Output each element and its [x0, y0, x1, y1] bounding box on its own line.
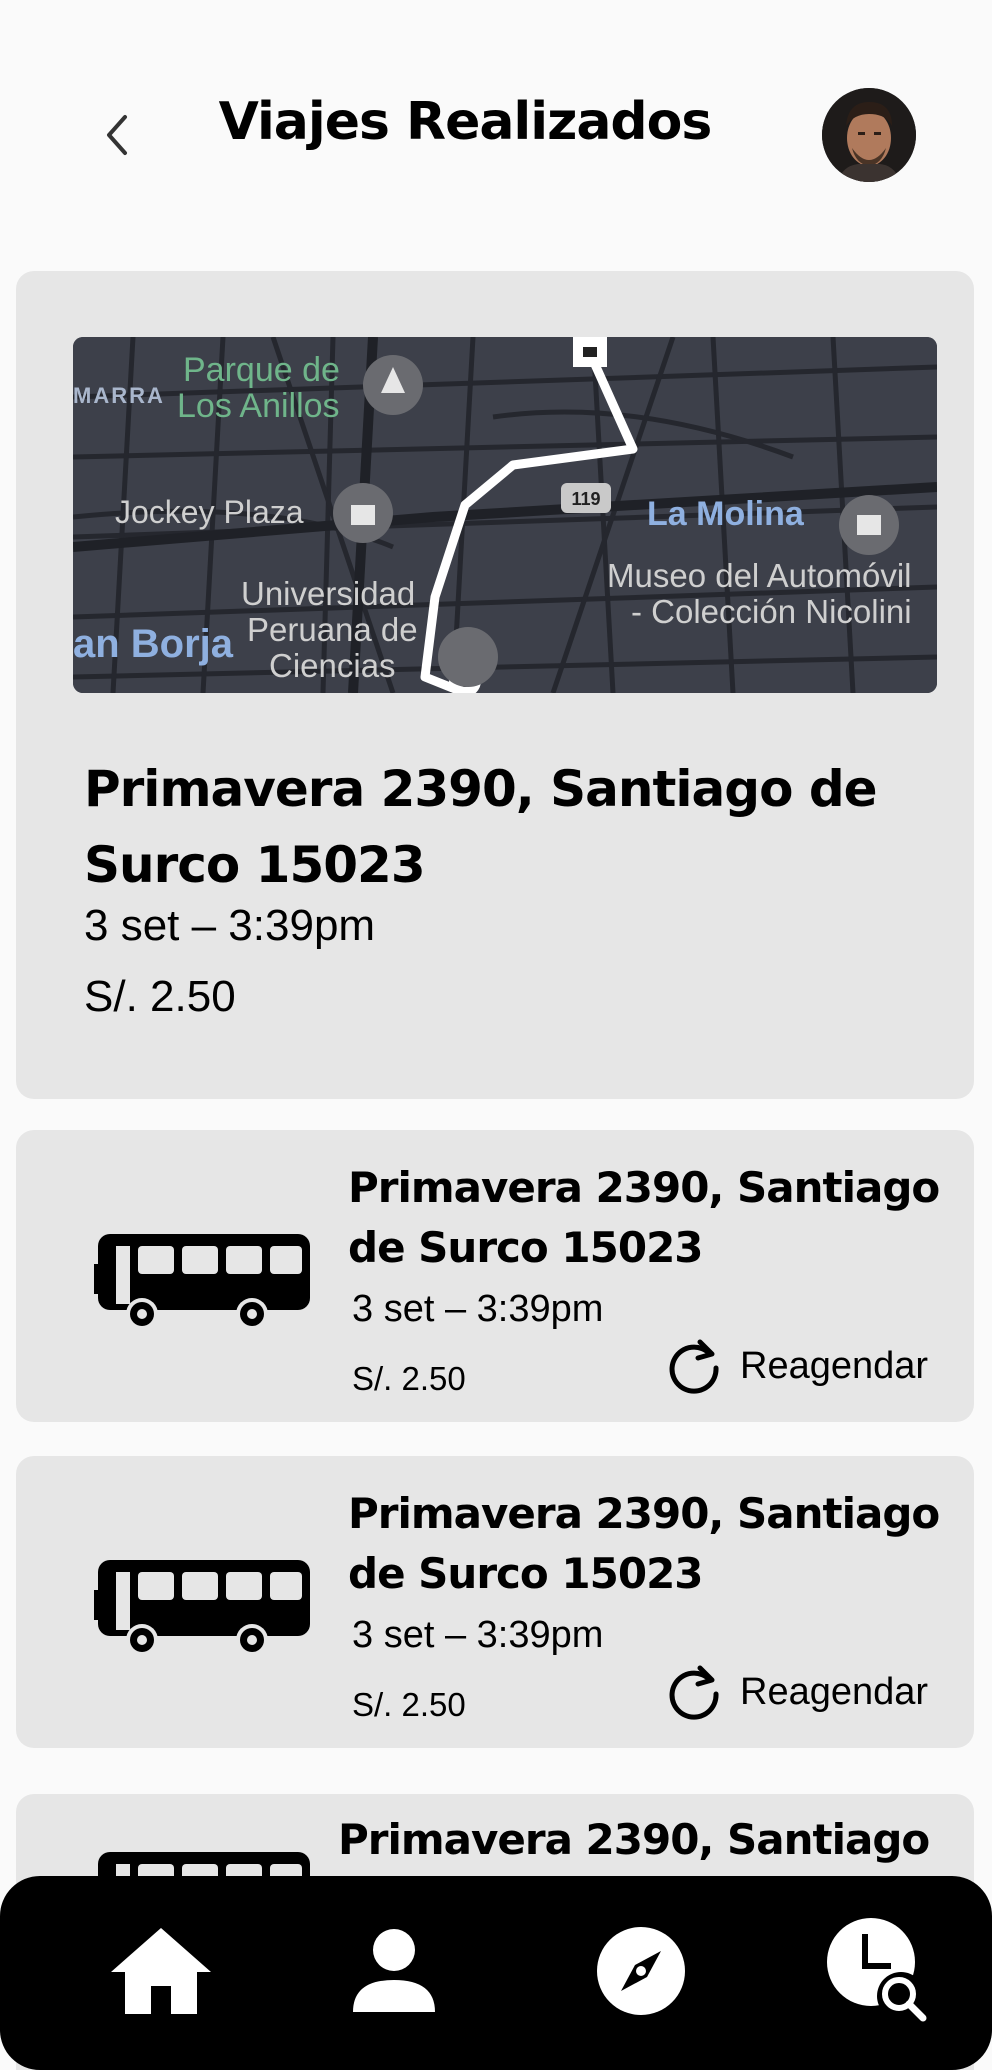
map-label-parque-2: Los Anillos	[177, 387, 340, 425]
reschedule-button[interactable]: Reagendar	[666, 1335, 928, 1397]
trip-address: Primavera 2390, Santiago de Surco 15023	[348, 1489, 940, 1598]
reschedule-label: Reagendar	[740, 1670, 929, 1713]
header: Viajes Realizados	[0, 0, 992, 240]
trip-date: 3 set – 3:39pm	[84, 901, 376, 950]
trip-date: 3 set – 3:39pm	[352, 1288, 604, 1330]
trip-address: Primavera 2390, Santiago de Surco 15023	[348, 1163, 940, 1272]
trip-price: S/. 2.50	[352, 1686, 466, 1723]
nav-profile[interactable]	[339, 1916, 449, 2026]
history-search-icon	[827, 1918, 927, 2022]
reschedule-label: Reagendar	[740, 1344, 929, 1387]
trip-price: S/. 2.50	[84, 972, 236, 1021]
nav-home[interactable]	[106, 1916, 216, 2026]
trip-price: S/. 2.50	[352, 1360, 466, 1397]
featured-trip-card[interactable]: 119 MARRA Parque de Los Anillos Jockey P…	[16, 271, 974, 1099]
page-title: Viajes Realizados	[218, 92, 713, 152]
map-label-parque-1: Parque de	[183, 351, 340, 389]
map-label-museo-1: Museo del Automóvil	[607, 557, 912, 594]
profile-icon	[353, 1929, 435, 2012]
reschedule-button[interactable]: Reagendar	[666, 1661, 928, 1723]
map-label-univ-3: Ciencias	[269, 647, 396, 684]
refresh-icon	[669, 1665, 719, 1720]
highway-label: 119	[571, 489, 600, 509]
trip-card[interactable]: Primavera 2390, Santiago de Surco 15023 …	[16, 1130, 974, 1422]
home-icon	[111, 1928, 211, 2014]
map-label-univ-1: Universidad	[241, 575, 415, 612]
compass-icon	[597, 1927, 685, 2015]
nav-explore[interactable]	[586, 1916, 696, 2026]
bus-icon	[94, 1560, 310, 1656]
bus-icon	[94, 1234, 310, 1330]
refresh-icon	[669, 1339, 719, 1394]
map-label-la-molina: La Molina	[647, 495, 805, 533]
trip-address: Primavera 2390, Santiago de Surco 15023	[84, 760, 878, 894]
bottom-nav	[0, 1876, 992, 2070]
map-label-jockey: Jockey Plaza	[115, 494, 304, 530]
map-label-museo-2: - Colección Nicolini	[631, 593, 912, 630]
trip-address: Primavera 2390, Santiago	[338, 1815, 930, 1864]
avatar-image	[822, 88, 916, 182]
map-label-univ-2: Peruana de	[247, 611, 418, 648]
map-label-san-borja: an Borja	[73, 622, 234, 666]
trip-card[interactable]: Primavera 2390, Santiago de Surco 15023 …	[16, 1456, 974, 1748]
avatar[interactable]	[822, 88, 916, 182]
map-label-marra: MARRA	[73, 383, 165, 408]
nav-history[interactable]	[816, 1916, 936, 2026]
trip-date: 3 set – 3:39pm	[352, 1614, 604, 1656]
route-map[interactable]: 119 MARRA Parque de Los Anillos Jockey P…	[73, 337, 937, 693]
